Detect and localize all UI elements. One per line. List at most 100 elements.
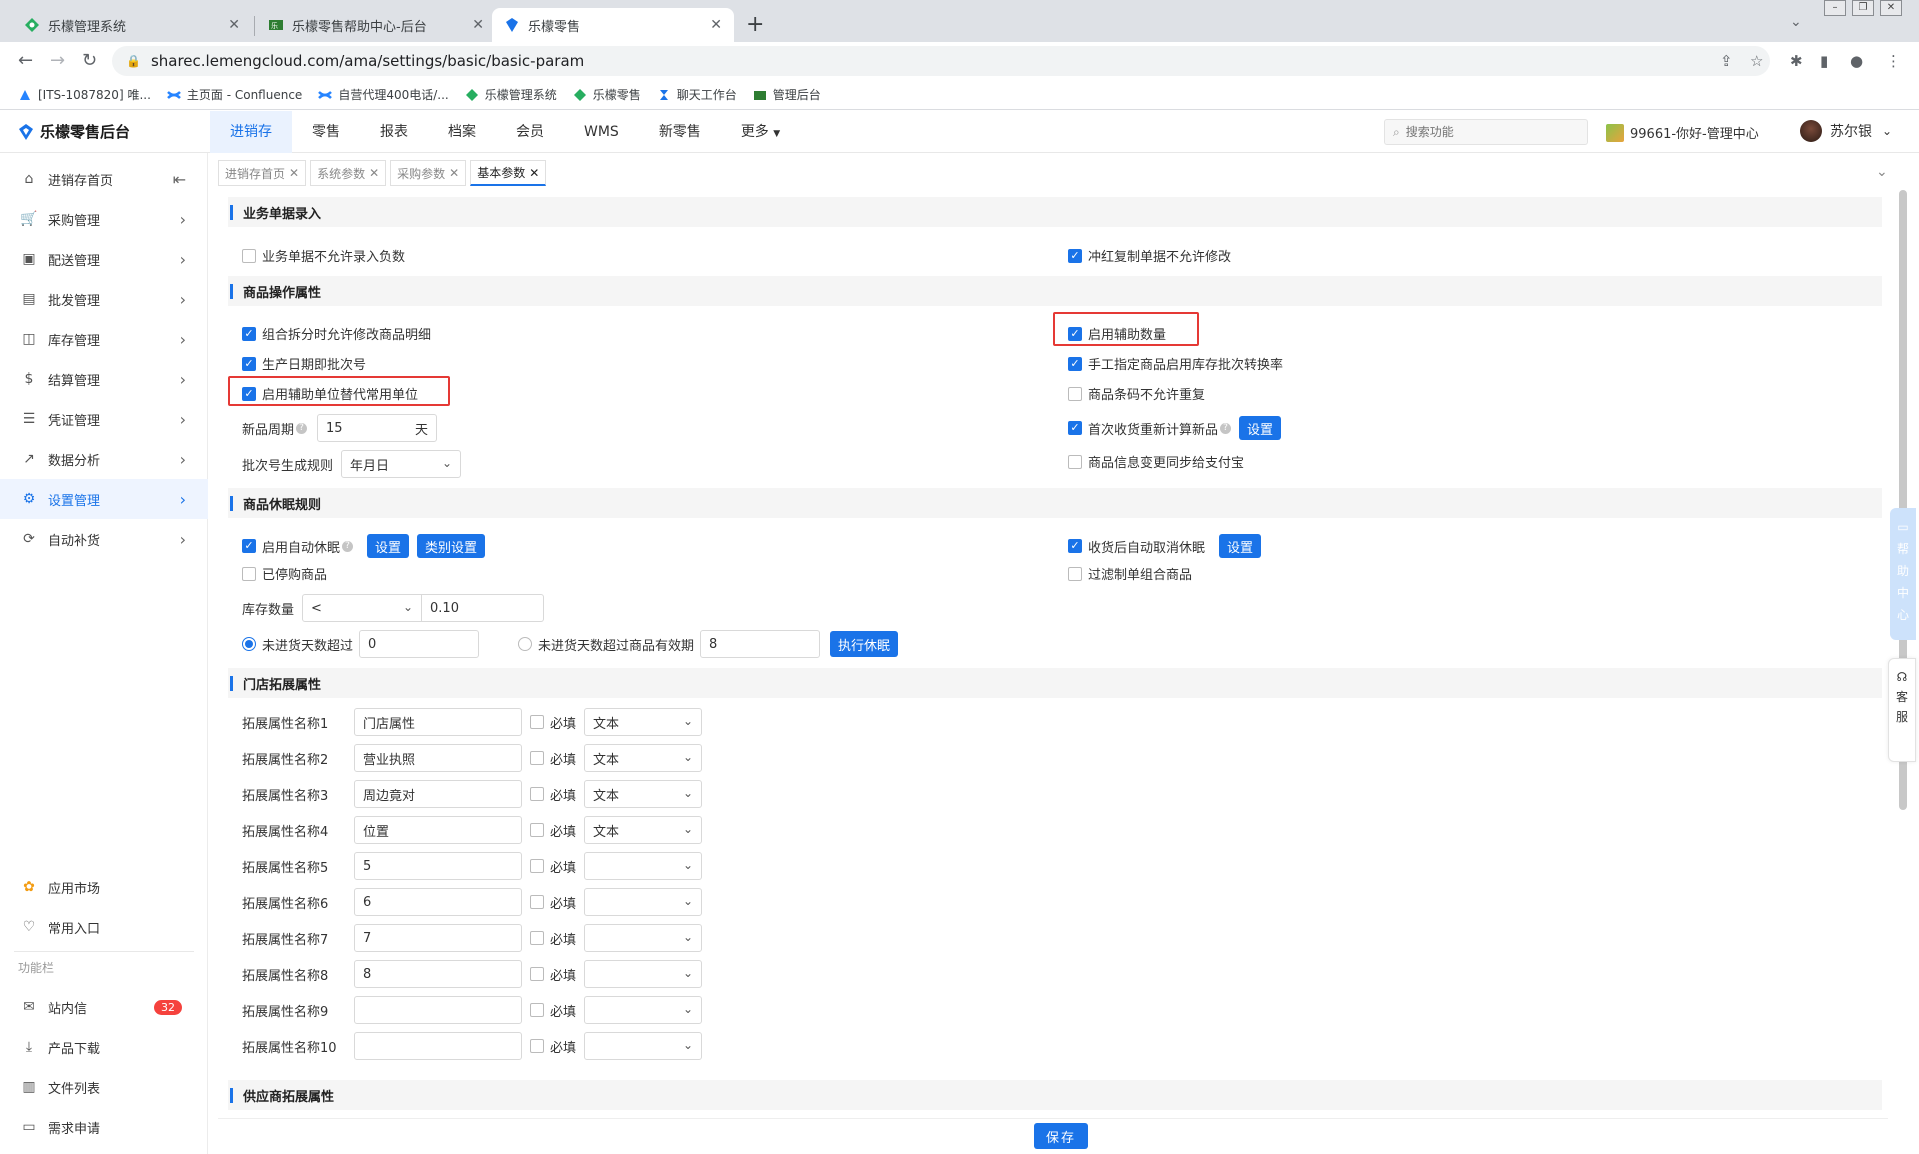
close-tab-icon[interactable]: ✕ [710,17,722,33]
share-icon[interactable]: ⇪ [1720,52,1733,70]
page-tab-home[interactable]: 进销存首页 ✕ [218,160,307,186]
bookmark-item[interactable]: 乐檬零售 [573,86,641,103]
bookmark-item[interactable]: 聊天工作台 [657,86,737,103]
store-switcher[interactable]: 99661-你好-管理中心 [1606,123,1759,142]
topnav-reports[interactable]: 报表 [360,111,428,153]
page-tab-purchase-params[interactable]: 采购参数 ✕ [390,160,467,186]
ext-attr-type-select[interactable]: 文本 ⌄ [584,816,703,844]
sidebar-item-wholesale[interactable]: ▤ 批发管理 › [0,279,208,319]
extensions-icon[interactable]: ✱ [1790,52,1803,70]
checkbox-checked[interactable] [1068,421,1082,435]
sidebar-item-voucher[interactable]: ☰ 凭证管理 › [0,399,208,439]
bookmark-item[interactable]: 乐檬管理系统 [465,86,557,103]
sidebar-item-inventory[interactable]: ◫ 库存管理 › [0,319,208,359]
required-checkbox[interactable] [530,787,544,801]
checkbox-checked[interactable] [1068,539,1082,553]
ext-attr-name-input[interactable]: 位置 [354,816,522,844]
ext-attr-name-input[interactable]: 5 [354,852,522,880]
tab-search-chevron-icon[interactable]: ⌄ [1790,14,1802,30]
required-checkbox[interactable] [530,967,544,981]
topnav-archive[interactable]: 档案 [428,111,496,153]
app-logo[interactable]: 乐檬零售后台 [18,121,130,142]
radio-selected[interactable] [242,637,256,651]
ext-attr-type-select[interactable]: ⌄ [584,924,703,952]
checkbox[interactable] [242,566,256,581]
close-icon[interactable]: ✕ [369,166,379,180]
minimize-icon[interactable]: – [1824,0,1846,16]
browser-menu-icon[interactable]: ⋮ [1886,52,1901,70]
sidepanel-icon[interactable]: ▮ [1820,52,1828,70]
settings-button[interactable]: 设置 [1239,416,1282,440]
customer-service-tab[interactable]: ☊ 客 服 [1888,658,1916,762]
sidebar-item-distribution[interactable]: ▣ 配送管理 › [0,239,208,279]
browser-tab-2[interactable]: 乐 乐檬零售帮助中心-后台 ✕ [256,8,496,42]
close-icon[interactable]: ✕ [289,166,299,180]
sidebar-item-settlement[interactable]: $ 结算管理 › [0,359,208,399]
ext-attr-name-input[interactable]: 门店属性 [354,708,522,736]
ext-attr-name-input[interactable] [354,996,522,1024]
required-checkbox[interactable] [530,823,544,837]
sidebar-item-requests[interactable]: ▭ 需求申请 [0,1107,208,1147]
restore-icon[interactable]: ❐ [1852,0,1874,16]
forward-icon[interactable]: → [50,50,65,71]
option-stopped-products[interactable]: 已停购商品 [242,564,327,583]
bookmark-item[interactable]: 自营代理400电话/... [318,86,449,103]
topnav-new-retail[interactable]: 新零售 [639,111,721,153]
new-cycle-input[interactable]: 15 天 [317,414,438,442]
topnav-wms[interactable]: WMS [564,111,639,153]
sidebar-item-home[interactable]: ⌂ 进销存首页 ⇤ [0,159,208,199]
new-tab-icon[interactable]: + [746,12,764,37]
option-reverse-copy-no-edit[interactable]: 冲红复制单据不允许修改 [1068,246,1231,265]
checkbox-checked[interactable] [1068,248,1082,263]
checkbox-checked[interactable] [242,326,256,341]
sidebar-item-favorites[interactable]: ♡ 常用入口 [0,907,208,947]
browser-tab-1[interactable]: 乐檬管理系统 ✕ [12,8,252,42]
batch-rule-select[interactable]: 年月日 ⌄ [341,450,462,478]
help-question-icon[interactable]: ? [1220,422,1232,434]
required-checkbox[interactable] [530,751,544,765]
execute-sleep-button[interactable]: 执行休眠 [830,631,899,657]
ext-attr-type-select[interactable]: 文本 ⌄ [584,744,703,772]
bookmark-item[interactable]: 管理后台 [753,86,821,103]
ext-attr-name-input[interactable] [354,1032,522,1060]
required-checkbox[interactable] [530,895,544,909]
ext-attr-name-input[interactable]: 周边竟对 [354,780,522,808]
no-purchase-expiry-input[interactable]: 8 [700,630,821,658]
profile-icon[interactable]: ● [1850,52,1863,70]
settings-button[interactable]: 设置 [1219,534,1262,558]
help-question-icon[interactable]: ? [342,540,354,552]
topnav-more[interactable]: 更多 ▼ [721,111,800,153]
checkbox[interactable] [1068,454,1082,469]
stock-qty-input[interactable]: 0.10 [422,594,545,622]
option-no-negative[interactable]: 业务单据不允许录入负数 [242,246,405,265]
ext-attr-type-select[interactable]: ⌄ [584,996,703,1024]
sidebar-item-files[interactable]: ▥ 文件列表 [0,1067,208,1107]
collapse-sidebar-icon[interactable]: ⇤ [173,170,186,189]
option-first-receipt-recalc[interactable]: 首次收货重新计算新品? 设置 [1068,416,1282,440]
ext-attr-type-select[interactable]: 文本 ⌄ [584,708,703,736]
checkbox-checked[interactable] [1068,356,1082,371]
close-tab-icon[interactable]: ✕ [228,17,240,33]
function-search[interactable]: ⌕ [1384,119,1588,145]
required-checkbox[interactable] [530,859,544,873]
page-tab-basic-params[interactable]: 基本参数 ✕ [470,160,547,186]
back-icon[interactable]: ← [18,50,33,71]
topnav-retail[interactable]: 零售 [292,111,360,153]
browser-tab-3[interactable]: 乐檬零售 ✕ [492,8,734,42]
checkbox-checked[interactable] [242,539,256,553]
ext-attr-name-input[interactable]: 营业执照 [354,744,522,772]
checkbox[interactable] [242,248,256,263]
stock-operator-select[interactable]: < ⌄ [302,594,423,622]
option-unique-barcode[interactable]: 商品条码不允许重复 [1068,384,1205,403]
required-checkbox[interactable] [530,1039,544,1053]
search-input[interactable] [1405,125,1566,139]
option-filter-combo[interactable]: 过滤制单组合商品 [1068,564,1192,583]
option-manual-batch-rate[interactable]: 手工指定商品启用库存批次转换率 [1068,354,1283,373]
checkbox[interactable] [1068,386,1082,401]
option-cancel-sleep-after-receipt[interactable]: 收货后自动取消休眠设置 [1068,534,1262,558]
ext-attr-type-select[interactable]: ⌄ [584,852,703,880]
category-settings-button[interactable]: 类别设置 [417,534,486,558]
sidebar-item-analytics[interactable]: ↗ 数据分析 › [0,439,208,479]
bookmark-item[interactable]: 主页面 - Confluence [167,86,302,103]
close-tab-icon[interactable]: ✕ [472,17,484,33]
